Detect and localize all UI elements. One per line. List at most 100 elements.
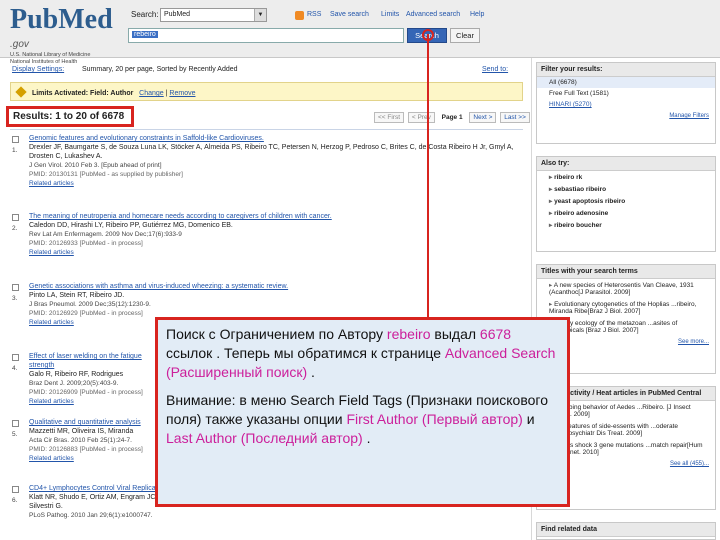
result-journal: Braz Dent J. 2009;20(5):403-9. [29, 380, 119, 387]
search-input[interactable]: rebeiro [128, 28, 404, 43]
pubmed-logo[interactable]: PubMed .gov U.S. National Library of Medi… [10, 4, 125, 66]
limits-change-link[interactable]: Change [139, 90, 164, 97]
result-title-link[interactable]: Genomic features and evolutionary constr… [29, 134, 517, 143]
related-articles-link[interactable]: Related articles [29, 248, 517, 257]
result-entry: 5. Qualitative and quantitative analysis… [12, 418, 154, 463]
result-pmid: PMID: 20126933 [PubMed - in process] [29, 240, 143, 247]
callout-text: Поиск с Ограничением по Автору [166, 326, 384, 342]
logo-pub: Pub [10, 4, 59, 35]
logo-gov: .gov [10, 39, 29, 50]
titles-item[interactable]: Evolutionary cytogenetics of the Hoplias… [537, 298, 715, 317]
result-pmid: PMID: 20130131 [PubMed - as supplied by … [29, 171, 183, 178]
pubmed-header: PubMed .gov U.S. National Library of Medi… [0, 0, 720, 66]
clear-button[interactable]: Clear [450, 28, 480, 43]
related-articles-link[interactable]: Related articles [29, 397, 154, 406]
result-checkbox[interactable] [12, 284, 19, 291]
related-articles-link[interactable]: Related articles [29, 179, 517, 188]
result-journal: PLoS Pathog. 2010 Jan 29;6(1):e1000747. [29, 512, 153, 519]
result-journal: J Bras Pneumol. 2009 Dec;35(12):1230-9. [29, 301, 151, 308]
limits-activated-bar: Limits Activated: Field: Author Change |… [10, 82, 523, 101]
send-to-link[interactable]: Send to: [482, 66, 508, 73]
result-authors: Mazzetti MR, Oliveira IS, Miranda [29, 428, 134, 435]
display-settings-link[interactable]: Display Settings: [12, 66, 64, 73]
callout-highlight-author: rebeiro [386, 326, 431, 342]
find-related-heading[interactable]: Find related data [537, 523, 715, 537]
help-link[interactable]: Help [470, 11, 484, 18]
filter-hinari[interactable]: HINARI (5270) [537, 99, 715, 110]
filter-free-full-text[interactable]: Free Full Text (1581) [537, 88, 715, 99]
find-related-box: Find related data [536, 522, 716, 540]
result-number: 2. [12, 225, 18, 232]
result-checkbox[interactable] [12, 214, 19, 221]
result-title-link[interactable]: Genetic associations with asthma and vir… [29, 282, 517, 291]
result-authors: Galo R, Ribeiro RF, Rodrigues [29, 371, 124, 378]
result-checkbox[interactable] [12, 486, 19, 493]
pager-current: Page 1 [441, 114, 463, 121]
result-pmid: PMID: 20126909 [PubMed - in process] [29, 389, 143, 396]
logo-subtitle-nlm: U.S. National Library of Medicine [10, 52, 91, 58]
filter-heading: Filter your results: [537, 63, 715, 77]
callout-text: выдал [434, 326, 477, 342]
result-journal: Rev Lat Am Enfermagem. 2009 Nov Dec;17(6… [29, 231, 182, 238]
limits-remove-link[interactable]: Remove [169, 90, 195, 97]
pager: << First < Prev Page 1 Next > Last >> [374, 112, 532, 123]
result-checkbox[interactable] [12, 354, 19, 361]
save-search-link[interactable]: Save search [330, 11, 369, 18]
result-journal: Acta Cir Bras. 2010 Feb 25(1):24-7. [29, 437, 132, 444]
also-try-box: Also try: ribeiro rk sebastiao ribeiro y… [536, 156, 716, 252]
callout-text: . [366, 430, 371, 446]
callout-paragraph-2: Внимание: в меню Search Field Tags (Приз… [166, 391, 559, 448]
pager-last[interactable]: Last >> [500, 112, 530, 123]
limits-link[interactable]: Limits [381, 11, 399, 18]
result-number: 4. [12, 365, 18, 372]
pointer-line [427, 34, 429, 317]
also-try-item[interactable]: yeast apoptosis ribeiro [537, 195, 715, 207]
filter-all[interactable]: All (6678) [537, 77, 715, 88]
also-try-item[interactable]: ribeiro rk [537, 171, 715, 183]
logo-subtitle-nih: National Institutes of Health [10, 59, 78, 65]
callout-highlight-last-author: Last Author (Последний автор) [166, 430, 363, 446]
result-checkbox[interactable] [12, 420, 19, 427]
result-entry: 1. Genomic features and evolutionary con… [12, 134, 517, 188]
pager-first[interactable]: << First [374, 112, 405, 123]
also-try-heading: Also try: [537, 157, 715, 171]
also-try-item[interactable]: ribeiro boucher [537, 219, 715, 231]
pager-prev[interactable]: < Prev [407, 112, 435, 123]
logo-med: Med [58, 4, 113, 35]
result-title-link[interactable]: Effect of laser welding on the fatigue s… [29, 352, 154, 370]
titles-item[interactable]: A new species of Heterosentis Van Cleave… [537, 279, 715, 298]
warning-icon [15, 86, 27, 98]
search-label: Search: [131, 10, 159, 19]
result-title-link[interactable]: Qualitative and quantitative analysis [29, 418, 154, 427]
result-number: 1. [12, 147, 18, 154]
result-checkbox[interactable] [12, 136, 19, 143]
related-articles-link[interactable]: Related articles [29, 454, 154, 463]
also-try-item[interactable]: ribeiro adenosine [537, 207, 715, 219]
display-settings-row: Display Settings: Summary, 20 per page, … [12, 66, 522, 73]
result-authors: Drexler JF, Baumgarte S, de Souza Luna L… [29, 144, 514, 160]
manage-filters-link[interactable]: Manage Filters [537, 110, 715, 122]
rss-icon[interactable] [295, 11, 304, 20]
callout-text: и [526, 411, 535, 427]
pager-next[interactable]: Next > [469, 112, 497, 123]
results-count: Results: 1 to 20 of 6678 [6, 106, 134, 127]
result-number: 6. [12, 497, 18, 504]
limits-text: Limits Activated: Field: Author [31, 90, 134, 97]
database-select[interactable]: PubMed ▼ [160, 8, 267, 22]
results-divider [10, 129, 523, 130]
callout-paragraph-1: Поиск с Ограничением по Автору rebeiro в… [166, 325, 559, 382]
rss-link[interactable]: RSS [307, 11, 321, 18]
result-authors: Pinto LA, Stein RT, Ribeiro JD. [29, 292, 125, 299]
result-pmid: PMID: 20126883 [PubMed - in process] [29, 446, 143, 453]
chevron-down-icon: ▼ [254, 9, 266, 21]
also-try-item[interactable]: sebastiao ribeiro [537, 183, 715, 195]
result-number: 5. [12, 431, 18, 438]
result-title-link[interactable]: The meaning of neutropenia and homecare … [29, 212, 517, 221]
advanced-search-link[interactable]: Advanced search [406, 11, 460, 18]
callout-highlight-first-author: First Author (Первый автор) [346, 411, 523, 427]
titles-heading: Titles with your search terms [537, 265, 715, 279]
search-query: rebeiro [132, 31, 158, 38]
result-journal: J Gen Virol. 2010 Feb 3. [Epub ahead of … [29, 162, 162, 169]
result-entry: 4. Effect of laser welding on the fatigu… [12, 352, 154, 406]
result-authors: Caledon DD, Hirashi LY, Ribeiro PP, Guti… [29, 222, 233, 229]
